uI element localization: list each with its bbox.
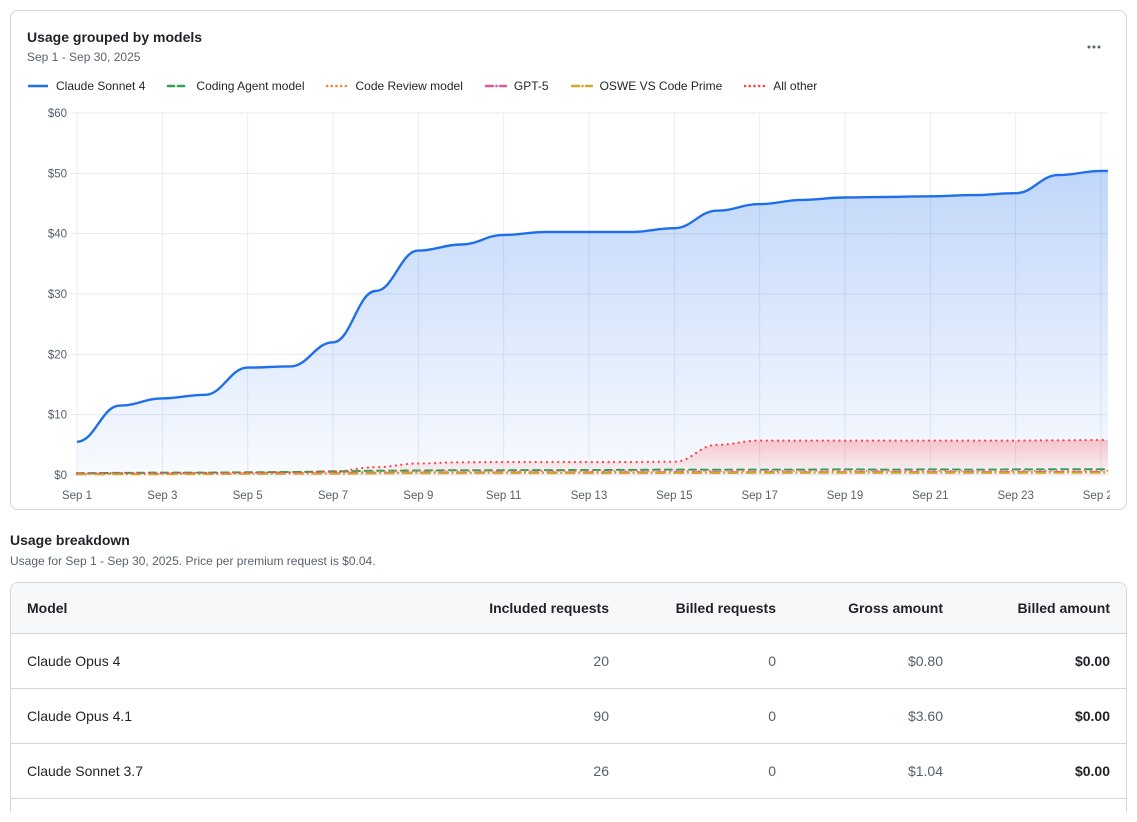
- legend-label: All other: [773, 79, 817, 93]
- legend-label: Claude Sonnet 4: [56, 79, 145, 93]
- column-header-gross-amount: Gross amount: [792, 583, 959, 634]
- x-axis-tick-label: Sep 1: [62, 490, 92, 502]
- chart-canvas[interactable]: $0 $10 $20 $30 $40 $50 $60 Sep 1 Sep 3 Sep 5 Sep 7…: [27, 101, 1110, 503]
- legend-swatch-icon: [485, 82, 507, 90]
- legend-item-all-other[interactable]: All other: [744, 79, 817, 93]
- x-axis-tick-label: Sep 25: [1083, 490, 1110, 502]
- x-axis-tick-label: Sep 15: [656, 490, 692, 502]
- value-cell: 20: [458, 634, 625, 689]
- legend-label: Coding Agent model: [196, 79, 304, 93]
- value-cell: $0.00: [959, 744, 1126, 799]
- legend-item-code-review-model[interactable]: Code Review model: [326, 79, 462, 93]
- legend-swatch-icon: [571, 82, 593, 90]
- x-axis-tick-label: Sep 11: [486, 490, 522, 502]
- chart-card-title: Usage grouped by models: [27, 29, 1110, 45]
- x-axis-tick-label: Sep 17: [741, 490, 777, 502]
- x-axis-tick-label: Sep 13: [571, 490, 607, 502]
- column-header-billed-amount: Billed amount: [959, 583, 1126, 634]
- breakdown-title: Usage breakdown: [10, 532, 1127, 548]
- value-cell: $0.00: [959, 634, 1126, 689]
- chart-legend: Claude Sonnet 4 Coding Agent model Code Re…: [27, 79, 1110, 93]
- x-axis-tick-label: Sep 21: [912, 490, 948, 502]
- y-axis-tick-label: $20: [48, 349, 67, 361]
- value-cell: $1.04: [792, 744, 959, 799]
- column-header-model: Model: [11, 583, 458, 634]
- legend-label: GPT-5: [514, 79, 549, 93]
- x-axis-tick-label: Sep 5: [233, 490, 263, 502]
- x-axis-tick-label: Sep 9: [403, 490, 433, 502]
- legend-item-oswe-vs-code-prime[interactable]: OSWE VS Code Prime: [571, 79, 723, 93]
- model-cell: Claude Opus 4: [11, 634, 458, 689]
- model-cell: Claude Opus 4.1: [11, 689, 458, 744]
- legend-swatch-icon: [167, 82, 189, 90]
- y-axis-tick-label: $40: [48, 229, 67, 241]
- column-header-billed-requests: Billed requests: [625, 583, 792, 634]
- y-axis-tick-label: $50: [48, 168, 67, 180]
- usage-breakdown-table: ModelIncluded requestsBilled requestsGro…: [10, 582, 1127, 812]
- legend-item-coding-agent-model[interactable]: Coding Agent model: [167, 79, 304, 93]
- kebab-horizontal-icon: [1086, 39, 1102, 55]
- breakdown-subtitle: Usage for Sep 1 - Sep 30, 2025. Price pe…: [10, 554, 1127, 568]
- x-axis-tick-label: Sep 23: [997, 490, 1033, 502]
- value-cell: $0.80: [792, 634, 959, 689]
- column-header-included-requests: Included requests: [458, 583, 625, 634]
- legend-swatch-icon: [326, 82, 348, 90]
- y-axis-tick-label: $60: [48, 108, 67, 120]
- value-cell: $3.60: [792, 689, 959, 744]
- legend-swatch-icon: [744, 82, 766, 90]
- table-row-claude-opus-4-1: Claude Opus 4.1900$3.60$0.00: [11, 689, 1126, 744]
- y-axis-tick-label: $10: [48, 410, 67, 422]
- legend-swatch-icon: [27, 82, 49, 90]
- value-cell: 0: [625, 744, 792, 799]
- y-axis-tick-label: $30: [48, 289, 67, 301]
- y-axis-tick-label: $0: [54, 470, 67, 482]
- x-axis-tick-label: Sep 19: [827, 490, 863, 502]
- value-cell: 90: [458, 689, 625, 744]
- value-cell: 26: [458, 744, 625, 799]
- value-cell: 0: [625, 689, 792, 744]
- card-menu-button[interactable]: [1082, 35, 1106, 59]
- table-next-row-sliver: [11, 798, 1126, 812]
- legend-item-gpt-5[interactable]: GPT-5: [485, 79, 549, 93]
- model-cell: Claude Sonnet 3.7: [11, 744, 458, 799]
- copilot-usage-page: Usage grouped by models Sep 1 - Sep 30, …: [0, 0, 1137, 822]
- table-header-row: ModelIncluded requestsBilled requestsGro…: [11, 583, 1126, 634]
- area-fill-claude-sonnet-4: [77, 171, 1108, 475]
- usage-chart-card: Usage grouped by models Sep 1 - Sep 30, …: [10, 10, 1127, 510]
- value-cell: 0: [625, 634, 792, 689]
- x-axis-tick-label: Sep 7: [318, 490, 348, 502]
- legend-label: OSWE VS Code Prime: [600, 79, 723, 93]
- table-row-claude-opus-4: Claude Opus 4200$0.80$0.00: [11, 634, 1126, 689]
- table-row-claude-sonnet-3-7: Claude Sonnet 3.7260$1.04$0.00: [11, 744, 1126, 799]
- legend-item-claude-sonnet-4[interactable]: Claude Sonnet 4: [27, 79, 145, 93]
- x-axis-tick-label: Sep 3: [147, 490, 177, 502]
- chart-card-date-range: Sep 1 - Sep 30, 2025: [27, 50, 1110, 64]
- value-cell: $0.00: [959, 689, 1126, 744]
- usage-line-chart[interactable]: $0 $10 $20 $30 $40 $50 $60 Sep 1 Sep 3 Sep 5 Sep 7…: [27, 101, 1110, 503]
- legend-label: Code Review model: [355, 79, 462, 93]
